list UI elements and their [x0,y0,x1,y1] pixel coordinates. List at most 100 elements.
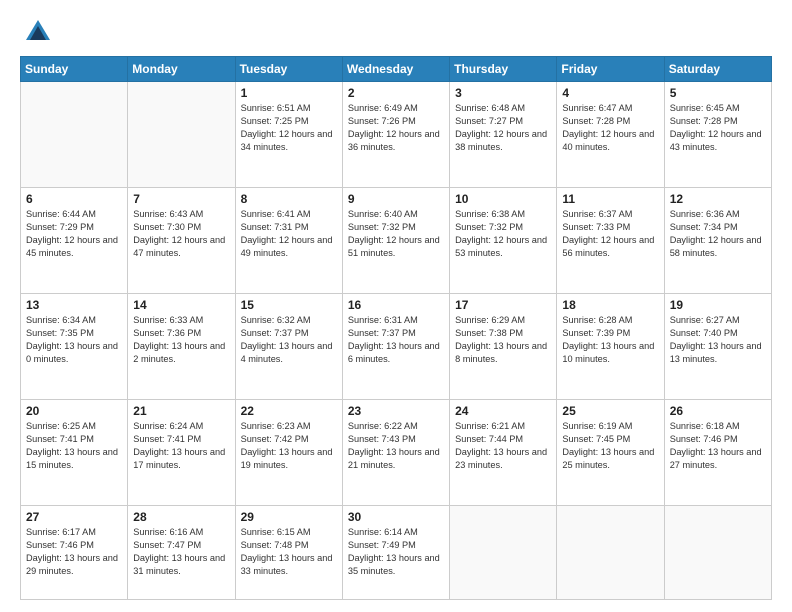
page: SundayMondayTuesdayWednesdayThursdayFrid… [0,0,792,612]
cell-text: Sunrise: 6:37 AM Sunset: 7:33 PM Dayligh… [562,208,658,260]
cell-text: Sunrise: 6:29 AM Sunset: 7:38 PM Dayligh… [455,314,551,366]
calendar-cell: 14 Sunrise: 6:33 AM Sunset: 7:36 PM Dayli… [128,294,235,400]
week-row-5: 27 Sunrise: 6:17 AM Sunset: 7:46 PM Dayli… [21,506,772,600]
calendar-cell [557,506,664,600]
calendar-cell: 21 Sunrise: 6:24 AM Sunset: 7:41 PM Dayli… [128,400,235,506]
calendar-cell: 4 Sunrise: 6:47 AM Sunset: 7:28 PM Daylig… [557,82,664,188]
weekday-header-tuesday: Tuesday [235,57,342,82]
calendar-cell: 19 Sunrise: 6:27 AM Sunset: 7:40 PM Dayli… [664,294,771,400]
day-number: 11 [562,192,658,206]
cell-text: Sunrise: 6:27 AM Sunset: 7:40 PM Dayligh… [670,314,766,366]
calendar-cell: 17 Sunrise: 6:29 AM Sunset: 7:38 PM Dayli… [450,294,557,400]
day-number: 6 [26,192,122,206]
calendar-cell: 10 Sunrise: 6:38 AM Sunset: 7:32 PM Dayli… [450,188,557,294]
day-number: 25 [562,404,658,418]
calendar-cell: 25 Sunrise: 6:19 AM Sunset: 7:45 PM Dayli… [557,400,664,506]
calendar-cell: 15 Sunrise: 6:32 AM Sunset: 7:37 PM Dayli… [235,294,342,400]
calendar-table: SundayMondayTuesdayWednesdayThursdayFrid… [20,56,772,600]
weekday-header-monday: Monday [128,57,235,82]
cell-text: Sunrise: 6:17 AM Sunset: 7:46 PM Dayligh… [26,526,122,578]
day-number: 19 [670,298,766,312]
cell-text: Sunrise: 6:48 AM Sunset: 7:27 PM Dayligh… [455,102,551,154]
cell-text: Sunrise: 6:23 AM Sunset: 7:42 PM Dayligh… [241,420,337,472]
day-number: 12 [670,192,766,206]
cell-text: Sunrise: 6:21 AM Sunset: 7:44 PM Dayligh… [455,420,551,472]
week-row-4: 20 Sunrise: 6:25 AM Sunset: 7:41 PM Dayli… [21,400,772,506]
weekday-header-saturday: Saturday [664,57,771,82]
calendar-cell: 24 Sunrise: 6:21 AM Sunset: 7:44 PM Dayli… [450,400,557,506]
day-number: 22 [241,404,337,418]
calendar-cell [128,82,235,188]
cell-text: Sunrise: 6:25 AM Sunset: 7:41 PM Dayligh… [26,420,122,472]
cell-text: Sunrise: 6:44 AM Sunset: 7:29 PM Dayligh… [26,208,122,260]
calendar-cell: 28 Sunrise: 6:16 AM Sunset: 7:47 PM Dayli… [128,506,235,600]
calendar-cell: 12 Sunrise: 6:36 AM Sunset: 7:34 PM Dayli… [664,188,771,294]
calendar-cell: 9Sunrise: 6:40 AM Sunset: 7:32 PM Daylig… [342,188,449,294]
calendar-cell [664,506,771,600]
day-number: 13 [26,298,122,312]
cell-text: Sunrise: 6:49 AM Sunset: 7:26 PM Dayligh… [348,102,444,154]
day-number: 24 [455,404,551,418]
day-number: 30 [348,510,444,524]
day-number: 20 [26,404,122,418]
calendar-cell: 2 Sunrise: 6:49 AM Sunset: 7:26 PM Daylig… [342,82,449,188]
calendar-cell: 13Sunrise: 6:34 AM Sunset: 7:35 PM Dayli… [21,294,128,400]
day-number: 7 [133,192,229,206]
calendar-cell: 11 Sunrise: 6:37 AM Sunset: 7:33 PM Dayli… [557,188,664,294]
calendar-cell: 6 Sunrise: 6:44 AM Sunset: 7:29 PM Daylig… [21,188,128,294]
calendar-cell [450,506,557,600]
weekday-header-wednesday: Wednesday [342,57,449,82]
day-number: 4 [562,86,658,100]
calendar-cell: 30 Sunrise: 6:14 AM Sunset: 7:49 PM Dayli… [342,506,449,600]
day-number: 15 [241,298,337,312]
cell-text: Sunrise: 6:45 AM Sunset: 7:28 PM Dayligh… [670,102,766,154]
cell-text: Sunrise: 6:33 AM Sunset: 7:36 PM Dayligh… [133,314,229,366]
cell-text: Sunrise: 6:36 AM Sunset: 7:34 PM Dayligh… [670,208,766,260]
weekday-header-thursday: Thursday [450,57,557,82]
day-number: 21 [133,404,229,418]
calendar-cell: 5 Sunrise: 6:45 AM Sunset: 7:28 PM Daylig… [664,82,771,188]
calendar-cell: 8 Sunrise: 6:41 AM Sunset: 7:31 PM Daylig… [235,188,342,294]
calendar-cell: 3 Sunrise: 6:48 AM Sunset: 7:27 PM Daylig… [450,82,557,188]
calendar-cell: 1Sunrise: 6:51 AM Sunset: 7:25 PM Daylig… [235,82,342,188]
weekday-header-row: SundayMondayTuesdayWednesdayThursdayFrid… [21,57,772,82]
cell-text: Sunrise: 6:51 AM Sunset: 7:25 PM Dayligh… [241,102,337,154]
cell-text: Sunrise: 6:43 AM Sunset: 7:30 PM Dayligh… [133,208,229,260]
cell-text: Sunrise: 6:22 AM Sunset: 7:43 PM Dayligh… [348,420,444,472]
cell-text: Sunrise: 6:47 AM Sunset: 7:28 PM Dayligh… [562,102,658,154]
calendar-cell: 29 Sunrise: 6:15 AM Sunset: 7:48 PM Dayli… [235,506,342,600]
cell-text: Sunrise: 6:24 AM Sunset: 7:41 PM Dayligh… [133,420,229,472]
day-number: 23 [348,404,444,418]
day-number: 3 [455,86,551,100]
header [20,18,772,46]
weekday-header-sunday: Sunday [21,57,128,82]
week-row-1: 1Sunrise: 6:51 AM Sunset: 7:25 PM Daylig… [21,82,772,188]
day-number: 14 [133,298,229,312]
calendar-cell: 27 Sunrise: 6:17 AM Sunset: 7:46 PM Dayli… [21,506,128,600]
day-number: 10 [455,192,551,206]
day-number: 28 [133,510,229,524]
calendar-cell: 7 Sunrise: 6:43 AM Sunset: 7:30 PM Daylig… [128,188,235,294]
cell-text: Sunrise: 6:41 AM Sunset: 7:31 PM Dayligh… [241,208,337,260]
week-row-3: 13Sunrise: 6:34 AM Sunset: 7:35 PM Dayli… [21,294,772,400]
logo-icon [24,18,52,46]
week-row-2: 6 Sunrise: 6:44 AM Sunset: 7:29 PM Daylig… [21,188,772,294]
calendar-cell: 26Sunrise: 6:18 AM Sunset: 7:46 PM Dayli… [664,400,771,506]
calendar-cell: 16Sunrise: 6:31 AM Sunset: 7:37 PM Dayli… [342,294,449,400]
day-number: 5 [670,86,766,100]
day-number: 17 [455,298,551,312]
day-number: 29 [241,510,337,524]
cell-text: Sunrise: 6:38 AM Sunset: 7:32 PM Dayligh… [455,208,551,260]
day-number: 8 [241,192,337,206]
cell-text: Sunrise: 6:32 AM Sunset: 7:37 PM Dayligh… [241,314,337,366]
calendar-cell: 22 Sunrise: 6:23 AM Sunset: 7:42 PM Dayli… [235,400,342,506]
cell-text: Sunrise: 6:18 AM Sunset: 7:46 PM Dayligh… [670,420,766,472]
day-number: 27 [26,510,122,524]
cell-text: Sunrise: 6:16 AM Sunset: 7:47 PM Dayligh… [133,526,229,578]
weekday-header-friday: Friday [557,57,664,82]
cell-text: Sunrise: 6:19 AM Sunset: 7:45 PM Dayligh… [562,420,658,472]
cell-text: Sunrise: 6:14 AM Sunset: 7:49 PM Dayligh… [348,526,444,578]
calendar-cell: 18Sunrise: 6:28 AM Sunset: 7:39 PM Dayli… [557,294,664,400]
cell-text: Sunrise: 6:15 AM Sunset: 7:48 PM Dayligh… [241,526,337,578]
day-number: 2 [348,86,444,100]
